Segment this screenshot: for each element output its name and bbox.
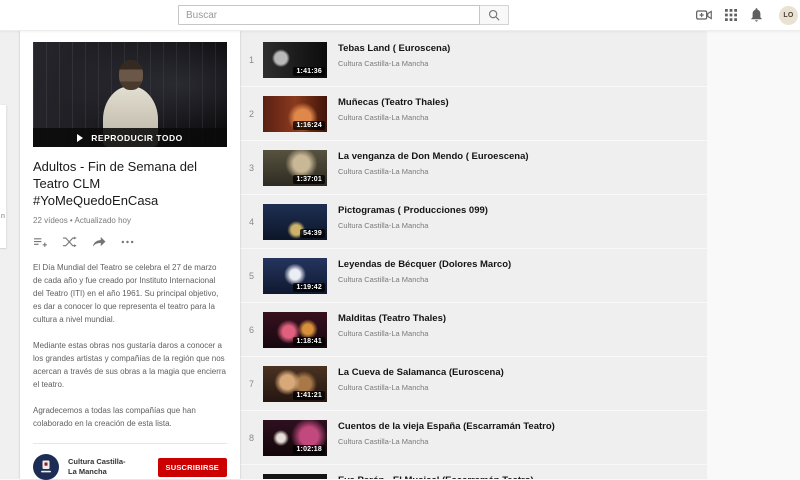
video-title-link[interactable]: La Cueva de Salamanca (Euroscena) <box>338 367 504 378</box>
video-title-link[interactable]: Cuentos de la vieja España (Escarramán T… <box>338 421 555 432</box>
playlist-sidebar: REPRODUCIR TODO Adultos - Fin de Semana … <box>20 30 240 480</box>
video-channel-link[interactable]: Cultura Castilla-La Mancha <box>338 113 449 122</box>
playlist-actions <box>33 236 227 248</box>
video-duration-badge: 54:39 <box>300 228 325 238</box>
video-text: Malditas (Teatro Thales) Cultura Castill… <box>338 313 446 338</box>
video-thumbnail[interactable]: 1:41:21 <box>263 365 327 402</box>
video-duration-badge: 1:41:36 <box>293 66 325 76</box>
video-title-link[interactable]: Eva Perón - El Musical (Escarramán Teatr… <box>338 475 534 479</box>
apps-grid-icon[interactable] <box>725 9 737 21</box>
video-index: 5 <box>248 270 254 281</box>
video-channel-link[interactable]: Cultura Castilla-La Mancha <box>338 275 511 284</box>
shuffle-icon[interactable] <box>62 236 77 248</box>
video-duration-badge: 1:19:42 <box>293 282 325 292</box>
video-text: La Cueva de Salamanca (Euroscena) Cultur… <box>338 367 504 392</box>
video-text: Cuentos de la vieja España (Escarramán T… <box>338 421 555 446</box>
video-index: 2 <box>248 108 254 119</box>
more-options-icon[interactable] <box>121 240 134 244</box>
playlist-title: Adultos - Fin de Semana del Teatro CLM #… <box>33 159 198 208</box>
playlist-video-row[interactable]: 5 1:19:42 Leyendas de Bécquer (Dolores M… <box>240 249 707 303</box>
left-edge-partial-panel: n <box>0 105 6 249</box>
video-duration-badge: 1:18:41 <box>293 336 325 346</box>
playlist-video-row[interactable]: 7 1:41:21 La Cueva de Salamanca (Eurosce… <box>240 357 707 411</box>
thumbnail-figure-head <box>119 60 143 90</box>
description-paragraph: El Día Mundial del Teatro se celebra el … <box>33 263 219 324</box>
partial-text: n <box>1 213 5 220</box>
user-avatar[interactable]: LO <box>779 5 798 25</box>
topbar-actions: LO <box>696 0 798 30</box>
play-all-button[interactable]: REPRODUCIR TODO <box>33 128 227 147</box>
search-input[interactable] <box>178 5 480 25</box>
playlist-video-row[interactable]: 3 1:37:01 La venganza de Don Mendo ( Eur… <box>240 141 707 195</box>
video-channel-link[interactable]: Cultura Castilla-La Mancha <box>338 167 529 176</box>
notifications-bell-icon[interactable] <box>750 8 763 22</box>
video-duration-badge: 1:41:21 <box>293 390 325 400</box>
channel-avatar[interactable] <box>33 454 59 480</box>
video-thumbnail[interactable]: 1:37:01 <box>263 149 327 186</box>
video-thumbnail[interactable]: 54:39 <box>263 203 327 240</box>
video-index: 4 <box>248 216 254 227</box>
video-thumbnail[interactable] <box>263 473 327 479</box>
playlist-video-row[interactable]: 2 1:16:24 Muñecas (Teatro Thales) Cultur… <box>240 87 707 141</box>
video-title-link[interactable]: Malditas (Teatro Thales) <box>338 313 446 324</box>
playlist-video-row[interactable]: 6 1:18:41 Malditas (Teatro Thales) Cultu… <box>240 303 707 357</box>
video-index: 6 <box>248 324 254 335</box>
video-text: Pictogramas ( Producciones 099) Cultura … <box>338 205 488 230</box>
video-title-link[interactable]: Muñecas (Teatro Thales) <box>338 97 449 108</box>
video-channel-link[interactable]: Cultura Castilla-La Mancha <box>338 383 504 392</box>
playlist-video-row[interactable]: 4 54:39 Pictogramas ( Producciones 099) … <box>240 195 707 249</box>
search-icon <box>488 9 500 21</box>
playlist-video-row[interactable]: 1 1:41:36 Tebas Land ( Euroscena) Cultur… <box>240 33 707 87</box>
video-title-link[interactable]: Leyendas de Bécquer (Dolores Marco) <box>338 259 511 270</box>
video-text: La venganza de Don Mendo ( Euroescena) C… <box>338 151 529 176</box>
video-channel-link[interactable]: Cultura Castilla-La Mancha <box>338 59 450 68</box>
video-channel-link[interactable]: Cultura Castilla-La Mancha <box>338 437 555 446</box>
page-left-gutter <box>0 30 20 479</box>
video-index: 1 <box>248 54 254 65</box>
create-video-icon[interactable] <box>696 9 712 21</box>
playlist-video-list: 1 1:41:36 Tebas Land ( Euroscena) Cultur… <box>240 30 707 479</box>
play-all-label: REPRODUCIR TODO <box>91 132 183 143</box>
sidebar-divider <box>33 443 227 444</box>
video-duration-badge: 1:02:18 <box>293 444 325 454</box>
playlist-meta: 22 vídeos • Actualizado hoy <box>33 216 131 225</box>
video-text: Tebas Land ( Euroscena) Cultura Castilla… <box>338 43 450 68</box>
share-icon[interactable] <box>92 236 106 248</box>
video-title-link[interactable]: Tebas Land ( Euroscena) <box>338 43 450 54</box>
video-title-link[interactable]: Pictogramas ( Producciones 099) <box>338 205 488 216</box>
video-index: 3 <box>248 162 254 173</box>
video-text: Eva Perón - El Musical (Escarramán Teatr… <box>338 475 534 479</box>
video-duration-badge: 1:37:01 <box>293 174 325 184</box>
video-index: 7 <box>248 378 254 389</box>
video-text: Muñecas (Teatro Thales) Cultura Castilla… <box>338 97 449 122</box>
video-thumbnail[interactable]: 1:16:24 <box>263 95 327 132</box>
subscribe-button[interactable]: SUSCRIBIRSE <box>157 457 227 477</box>
playlist-description: El Día Mundial del Teatro se celebra el … <box>33 261 227 430</box>
channel-name-link[interactable]: Cultura Castilla-La Mancha <box>68 457 132 477</box>
video-channel-link[interactable]: Cultura Castilla-La Mancha <box>338 221 488 230</box>
video-thumbnail[interactable]: 1:19:42 <box>263 257 327 294</box>
channel-row: Cultura Castilla-La Mancha SUSCRIBIRSE <box>33 454 227 480</box>
video-thumbnail[interactable]: 1:02:18 <box>263 419 327 456</box>
play-icon <box>77 133 84 142</box>
top-navigation-bar: LO <box>0 0 800 31</box>
playlist-video-row[interactable]: 9 Eva Perón - El Musical (Escarramán Tea… <box>240 465 707 479</box>
video-thumbnail[interactable]: 1:41:36 <box>263 41 327 78</box>
video-index: 8 <box>248 432 254 443</box>
video-text: Leyendas de Bécquer (Dolores Marco) Cult… <box>338 259 511 284</box>
description-paragraph: Mediante estas obras nos gustaría daros … <box>33 341 226 389</box>
video-thumbnail[interactable]: 1:18:41 <box>263 311 327 348</box>
add-to-queue-icon[interactable] <box>33 237 47 248</box>
video-channel-link[interactable]: Cultura Castilla-La Mancha <box>338 329 446 338</box>
video-duration-badge: 1:16:24 <box>293 120 325 130</box>
search-bar <box>178 5 509 25</box>
playlist-video-row[interactable]: 8 1:02:18 Cuentos de la vieja España (Es… <box>240 411 707 465</box>
video-title-link[interactable]: La venganza de Don Mendo ( Euroescena) <box>338 151 529 162</box>
playlist-thumbnail[interactable]: REPRODUCIR TODO <box>33 42 227 147</box>
description-paragraph: Agradecemos a todas las compañías que ha… <box>33 406 196 428</box>
search-button[interactable] <box>480 5 509 25</box>
